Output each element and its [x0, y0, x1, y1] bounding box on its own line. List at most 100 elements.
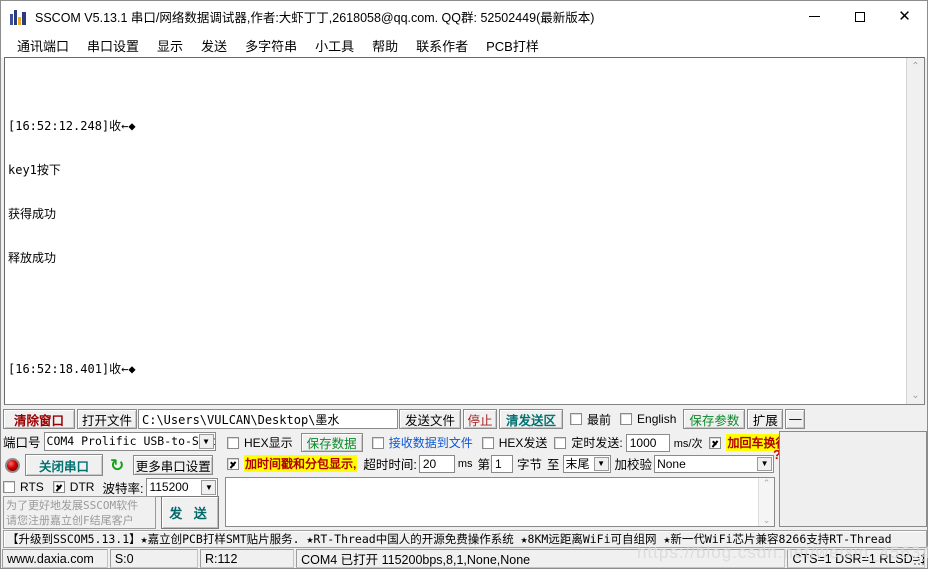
open-file-button[interactable]: 打开文件 — [77, 409, 137, 429]
window-title: SSCOM V5.13.1 串口/网络数据调试器,作者:大虾丁丁,2618058… — [35, 11, 595, 25]
port-control-row: 关闭串口 ↻ 更多串口设置 — [3, 453, 214, 477]
menu-item-tools[interactable]: 小工具 — [306, 34, 363, 57]
status-sent-count: S:0 — [109, 549, 198, 568]
advertisement-bar[interactable]: 【升级到SSCOM5.13.1】★嘉立创PCB打样SMT贴片服务. ★RT-Th… — [3, 530, 927, 548]
menu-item-multistring[interactable]: 多字符串 — [236, 34, 306, 57]
checkbox-box[interactable] — [371, 436, 384, 449]
timestamp-label: 加时间戳和分包显示, — [244, 455, 358, 472]
resize-grip-icon[interactable] — [913, 554, 925, 566]
hex-display-checkbox[interactable]: HEX显示 — [227, 434, 293, 451]
registration-note-line1: 为了更好地发展SSCOM软件 — [6, 499, 139, 512]
status-connection: COM4 已打开 115200bps,8,1,None,None — [296, 549, 786, 568]
checkbox-box[interactable] — [3, 481, 15, 493]
save-data-button[interactable]: 保存数据 — [300, 433, 363, 452]
log-block: [16:52:18.401]收←◆ key1按下 获得成功 释放成功 — [8, 333, 906, 404]
checksum-value: None — [657, 456, 686, 471]
rts-label: RTS — [20, 480, 44, 494]
close-port-button[interactable]: 关闭串口 — [25, 454, 103, 476]
lower-panel: 端口号 COM4 Prolific USB-to-Serial ▼ 关闭串口 ↻… — [3, 431, 927, 529]
chevron-down-icon[interactable]: ▼ — [757, 456, 773, 471]
checkbox-box[interactable] — [227, 436, 239, 449]
port-select[interactable]: COM4 Prolific USB-to-Serial ▼ — [43, 431, 216, 451]
save-params-button[interactable]: 保存参数 — [683, 409, 746, 429]
hex-send-checkbox[interactable]: HEX发送 — [481, 434, 547, 451]
file-path-input[interactable]: C:\Users\VULCAN\Desktop\墨水 — [138, 409, 398, 429]
clear-window-button[interactable]: 清除窗口 — [3, 409, 75, 429]
timeout-input[interactable]: 20 — [418, 454, 455, 473]
menu-item-help[interactable]: 帮助 — [363, 34, 407, 57]
menu-bar: 通讯端口 串口设置 显示 发送 多字符串 小工具 帮助 联系作者 PCB打样 — [1, 33, 927, 58]
menu-item-pcb[interactable]: PCB打样 — [477, 34, 548, 57]
chevron-down-icon[interactable]: ▼ — [593, 456, 609, 471]
receive-scrollbar[interactable]: ⌃ ⌄ — [906, 58, 924, 404]
title-bar: SSCOM V5.13.1 串口/网络数据调试器,作者:大虾丁丁,2618058… — [1, 1, 927, 33]
menu-item-comm-port[interactable]: 通讯端口 — [8, 34, 78, 57]
minimize-button[interactable] — [792, 1, 837, 32]
chevron-down-icon[interactable]: ▼ — [201, 479, 217, 495]
port-row: 端口号 COM4 Prolific USB-to-Serial ▼ — [3, 431, 216, 451]
byte-from-input[interactable]: 1 — [491, 454, 514, 473]
extend-button[interactable]: 扩展 — [747, 409, 784, 429]
checkbox-box[interactable] — [481, 436, 494, 449]
baud-rate-select[interactable]: 115200 ▼ — [146, 477, 219, 497]
scroll-up-icon[interactable]: ⌃ — [911, 58, 919, 75]
registration-note-line2: 请您注册嘉立创F结尾客户 — [6, 514, 134, 527]
baud-rate-value: 115200 — [149, 480, 189, 494]
checksum-select[interactable]: None ▼ — [654, 454, 775, 473]
timestamp-checkbox[interactable]: 加时间戳和分包显示, — [227, 455, 358, 472]
menu-item-send[interactable]: 发送 — [192, 34, 236, 57]
rts-checkbox[interactable]: RTS — [3, 480, 44, 494]
interval-input[interactable]: 1000 — [625, 433, 670, 452]
timeout-unit-label: ms — [457, 457, 473, 470]
byte-from-label: 第 — [477, 458, 491, 472]
stop-button[interactable]: 停止 — [463, 409, 497, 429]
port-number-label: 端口号 — [3, 435, 41, 450]
send-text-area[interactable]: ⌃ ⌄ — [225, 477, 775, 527]
extension-pane[interactable] — [779, 431, 927, 527]
status-signals: CTS=1 DSR=1 RLSD=1 — [787, 549, 925, 568]
checkbox-box[interactable] — [570, 413, 582, 425]
byte-to-select[interactable]: 末尾 ▼ — [562, 454, 611, 473]
checkbox-box[interactable] — [52, 481, 65, 493]
topmost-checkbox[interactable]: 最前 — [570, 411, 611, 428]
log-line: 获得成功 — [8, 206, 57, 221]
log-header: [16:52:18.401]收←◆ — [8, 361, 136, 376]
menu-item-port-config[interactable]: 串口设置 — [78, 34, 148, 57]
recv-to-file-checkbox[interactable]: 接收数据到文件 — [371, 434, 473, 451]
checkbox-box[interactable] — [554, 436, 567, 449]
scroll-down-icon[interactable]: ⌄ — [911, 387, 919, 404]
register-and-send-row: 为了更好地发展SSCOM软件 请您注册嘉立创F结尾客户 发 送 — [3, 496, 219, 529]
checkbox-box[interactable] — [620, 413, 633, 425]
timed-send-checkbox[interactable]: 定时发送: — [554, 434, 623, 451]
refresh-ports-icon[interactable]: ↻ — [110, 457, 124, 474]
menu-item-display[interactable]: 显示 — [148, 34, 192, 57]
menu-item-contact[interactable]: 联系作者 — [407, 34, 477, 57]
send-text-input[interactable] — [226, 478, 758, 526]
clear-send-area-button[interactable]: 清发送区 — [499, 409, 563, 429]
checkbox-box[interactable] — [227, 457, 239, 470]
dtr-label: DTR — [69, 480, 95, 494]
maximize-button[interactable] — [837, 1, 882, 32]
port-select-value: COM4 Prolific USB-to-Serial — [46, 434, 216, 448]
byte-to-label: 至 — [547, 458, 560, 472]
interval-unit-label: ms/次 — [673, 437, 703, 450]
status-website[interactable]: www.daxia.com — [2, 549, 108, 568]
checkbox-box[interactable] — [709, 436, 722, 449]
send-file-button[interactable]: 发送文件 — [399, 409, 461, 429]
dtr-checkbox[interactable]: DTR — [52, 480, 95, 494]
collapse-button[interactable]: — — [785, 409, 806, 429]
scroll-up-icon[interactable]: ⌃ — [763, 478, 771, 489]
close-button[interactable]: ✕ — [882, 1, 927, 32]
receive-log[interactable]: [16:52:12.248]收←◆ key1按下 获得成功 释放成功 [16:5… — [5, 58, 906, 404]
send-button[interactable]: 发 送 — [161, 496, 219, 529]
options-row-2: 加时间戳和分包显示, 超时时间: 20 ms 第 1 字节 至 末尾 ▼ 加校验… — [227, 454, 775, 473]
status-bar: www.daxia.com S:0 R:112 COM4 已打开 115200b… — [2, 549, 927, 568]
registration-note: 为了更好地发展SSCOM软件 请您注册嘉立创F结尾客户 — [3, 496, 156, 529]
scroll-down-icon[interactable]: ⌄ — [763, 515, 771, 526]
english-checkbox[interactable]: English — [620, 412, 676, 426]
receive-area[interactable]: [16:52:12.248]收←◆ key1按下 获得成功 释放成功 [16:5… — [4, 57, 925, 405]
app-logo-icon — [10, 8, 28, 26]
send-area-scrollbar[interactable]: ⌃ ⌄ — [758, 478, 774, 526]
chevron-down-icon[interactable]: ▼ — [198, 433, 214, 449]
more-port-settings-button[interactable]: 更多串口设置 — [133, 455, 214, 475]
